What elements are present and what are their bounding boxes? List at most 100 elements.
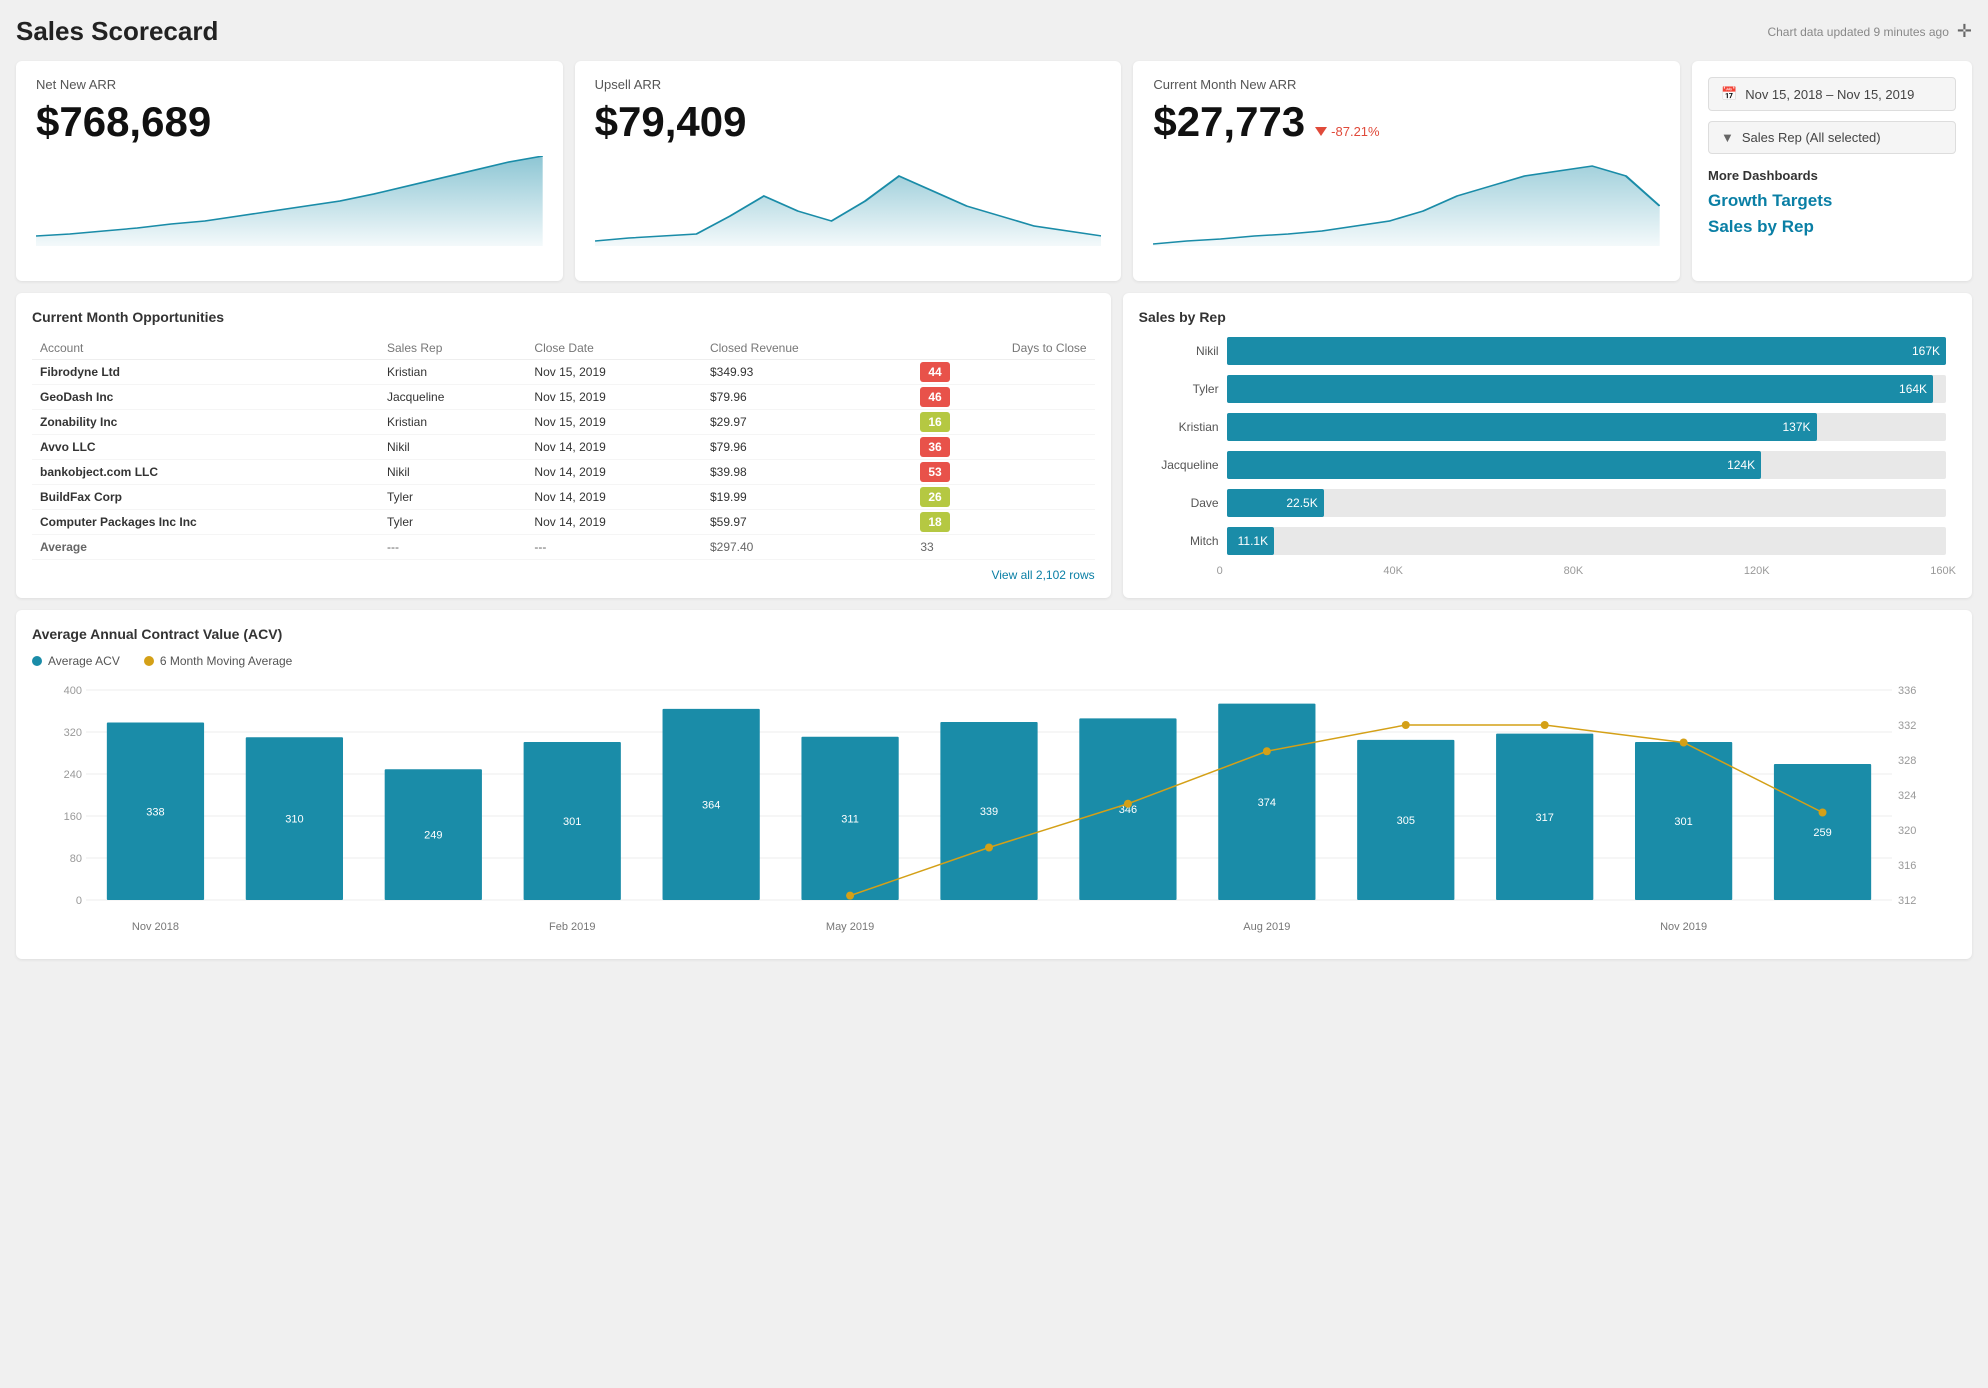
cell-account: BuildFax Corp: [32, 485, 379, 510]
moving-avg-dot: [985, 844, 993, 852]
cell-revenue: $19.99: [702, 485, 912, 510]
svg-text:320: 320: [1898, 825, 1916, 837]
cell-account: GeoDash Inc: [32, 385, 379, 410]
svg-text:249: 249: [424, 830, 442, 842]
table-body: Fibrodyne Ltd Kristian Nov 15, 2019 $349…: [32, 360, 1095, 560]
table-header: Account Sales Rep Close Date Closed Reve…: [32, 337, 1095, 360]
svg-text:339: 339: [980, 806, 998, 818]
sales-rep-filter[interactable]: ▼ Sales Rep (All selected): [1708, 121, 1956, 154]
cell-close-date: Nov 14, 2019: [526, 460, 702, 485]
svg-text:259: 259: [1813, 827, 1831, 839]
svg-text:336: 336: [1898, 685, 1916, 697]
cell-close-date: Nov 14, 2019: [526, 485, 702, 510]
top-row: Net New ARR $768,689 Upsell ARR $7: [16, 61, 1972, 281]
arrow-down-icon: [1315, 127, 1327, 136]
moving-avg-dot: [1680, 739, 1688, 747]
legend-dot-blue: [32, 656, 42, 666]
moving-avg-dot: [1124, 800, 1132, 808]
svg-text:311: 311: [841, 813, 859, 825]
opportunities-table: Account Sales Rep Close Date Closed Reve…: [32, 337, 1095, 560]
cell-account: Avvo LLC: [32, 435, 379, 460]
cell-close-date: Nov 15, 2019: [526, 385, 702, 410]
bar-axis: 0 40K 80K 120K 160K: [1139, 565, 1956, 577]
date-range-filter[interactable]: 📅 Nov 15, 2018 – Nov 15, 2019: [1708, 77, 1956, 111]
cell-revenue: $79.96: [702, 435, 912, 460]
svg-text:301: 301: [563, 816, 581, 828]
svg-text:80: 80: [70, 853, 82, 865]
cell-close-date: Nov 14, 2019: [526, 510, 702, 535]
svg-text:301: 301: [1674, 816, 1692, 828]
cell-revenue: $79.96: [702, 385, 912, 410]
add-icon[interactable]: ✛: [1957, 21, 1972, 42]
table-row: Avvo LLC Nikil Nov 14, 2019 $79.96 36: [32, 435, 1095, 460]
rep-bar-row: Nikil 167K: [1149, 337, 1946, 365]
col-sales-rep: Sales Rep: [379, 337, 526, 360]
rep-bar-track: 164K: [1227, 375, 1946, 403]
avg-row: Average --- --- $297.40 33: [32, 535, 1095, 560]
rep-bar-track: 22.5K: [1227, 489, 1946, 517]
page-title: Sales Scorecard: [16, 16, 218, 47]
svg-text:317: 317: [1536, 812, 1554, 824]
svg-text:316: 316: [1898, 860, 1916, 872]
cell-revenue: $349.93: [702, 360, 912, 385]
cell-revenue: $39.98: [702, 460, 912, 485]
moving-avg-dot: [1402, 721, 1410, 729]
chart-legend: Average ACV 6 Month Moving Average: [32, 654, 1956, 668]
cell-close-date: Nov 15, 2019: [526, 410, 702, 435]
moving-avg-dot: [1541, 721, 1549, 729]
svg-text:Feb 2019: Feb 2019: [549, 921, 595, 933]
svg-text:Nov 2019: Nov 2019: [1660, 921, 1707, 933]
cell-close-date: Nov 14, 2019: [526, 435, 702, 460]
svg-text:338: 338: [146, 806, 164, 818]
svg-text:Aug 2019: Aug 2019: [1243, 921, 1290, 933]
legend-avg-acv: Average ACV: [32, 654, 120, 668]
kpi-badge-2: -87.21%: [1315, 124, 1379, 139]
rep-bar-fill: 124K: [1227, 451, 1762, 479]
col-closed-revenue: Closed Revenue: [702, 337, 912, 360]
svg-text:0: 0: [76, 895, 82, 907]
svg-text:374: 374: [1258, 797, 1276, 809]
cell-days: 36: [912, 435, 1094, 460]
sales-by-rep-link[interactable]: Sales by Rep: [1708, 217, 1956, 237]
svg-text:240: 240: [64, 769, 82, 781]
rep-bar-row: Mitch 11.1K: [1149, 527, 1946, 555]
rep-bar-track: 11.1K: [1227, 527, 1946, 555]
svg-text:May 2019: May 2019: [826, 921, 874, 933]
acv-chart-svg: 0801602403204003363323283243203163123383…: [42, 680, 1946, 940]
table-row: Fibrodyne Ltd Kristian Nov 15, 2019 $349…: [32, 360, 1095, 385]
svg-text:160: 160: [64, 811, 82, 823]
table-row: BuildFax Corp Tyler Nov 14, 2019 $19.99 …: [32, 485, 1095, 510]
kpi-value-2: $27,773: [1153, 98, 1305, 146]
date-range-text: Nov 15, 2018 – Nov 15, 2019: [1745, 87, 1914, 102]
kpi-value-0: $768,689: [36, 98, 543, 146]
col-account: Account: [32, 337, 379, 360]
kpi-current-month: Current Month New ARR $27,773 -87.21%: [1133, 61, 1680, 281]
cell-days: 16: [912, 410, 1094, 435]
rep-bar-row: Jacqueline 124K: [1149, 451, 1946, 479]
legend-moving-avg: 6 Month Moving Average: [144, 654, 293, 668]
cell-days: 53: [912, 460, 1094, 485]
cell-account: Fibrodyne Ltd: [32, 360, 379, 385]
rep-bar-fill: 137K: [1227, 413, 1817, 441]
growth-targets-link[interactable]: Growth Targets: [1708, 191, 1956, 211]
cell-rep: Kristian: [379, 410, 526, 435]
acv-card: Average Annual Contract Value (ACV) Aver…: [16, 610, 1972, 959]
cell-rep: Jacqueline: [379, 385, 526, 410]
view-all-link[interactable]: View all 2,102 rows: [32, 568, 1095, 582]
col-close-date: Close Date: [526, 337, 702, 360]
table-row: Computer Packages Inc Inc Tyler Nov 14, …: [32, 510, 1095, 535]
svg-text:364: 364: [702, 799, 720, 811]
acv-chart-wrapper: 0801602403204003363323283243203163123383…: [42, 680, 1946, 943]
kpi-upsell-arr: Upsell ARR $79,409: [575, 61, 1122, 281]
svg-text:324: 324: [1898, 790, 1916, 802]
opportunities-card: Current Month Opportunities Account Sale…: [16, 293, 1111, 598]
more-dashboards-label: More Dashboards: [1708, 168, 1956, 183]
calendar-icon: 📅: [1721, 86, 1737, 102]
cell-days: 44: [912, 360, 1094, 385]
rep-bar-track: 137K: [1227, 413, 1946, 441]
sales-rep-text: Sales Rep (All selected): [1742, 130, 1881, 145]
rep-bar-value: 11.1K: [1238, 534, 1268, 548]
rep-bar-label: Mitch: [1149, 534, 1219, 548]
cell-rep: Kristian: [379, 360, 526, 385]
acv-title: Average Annual Contract Value (ACV): [32, 626, 1956, 642]
